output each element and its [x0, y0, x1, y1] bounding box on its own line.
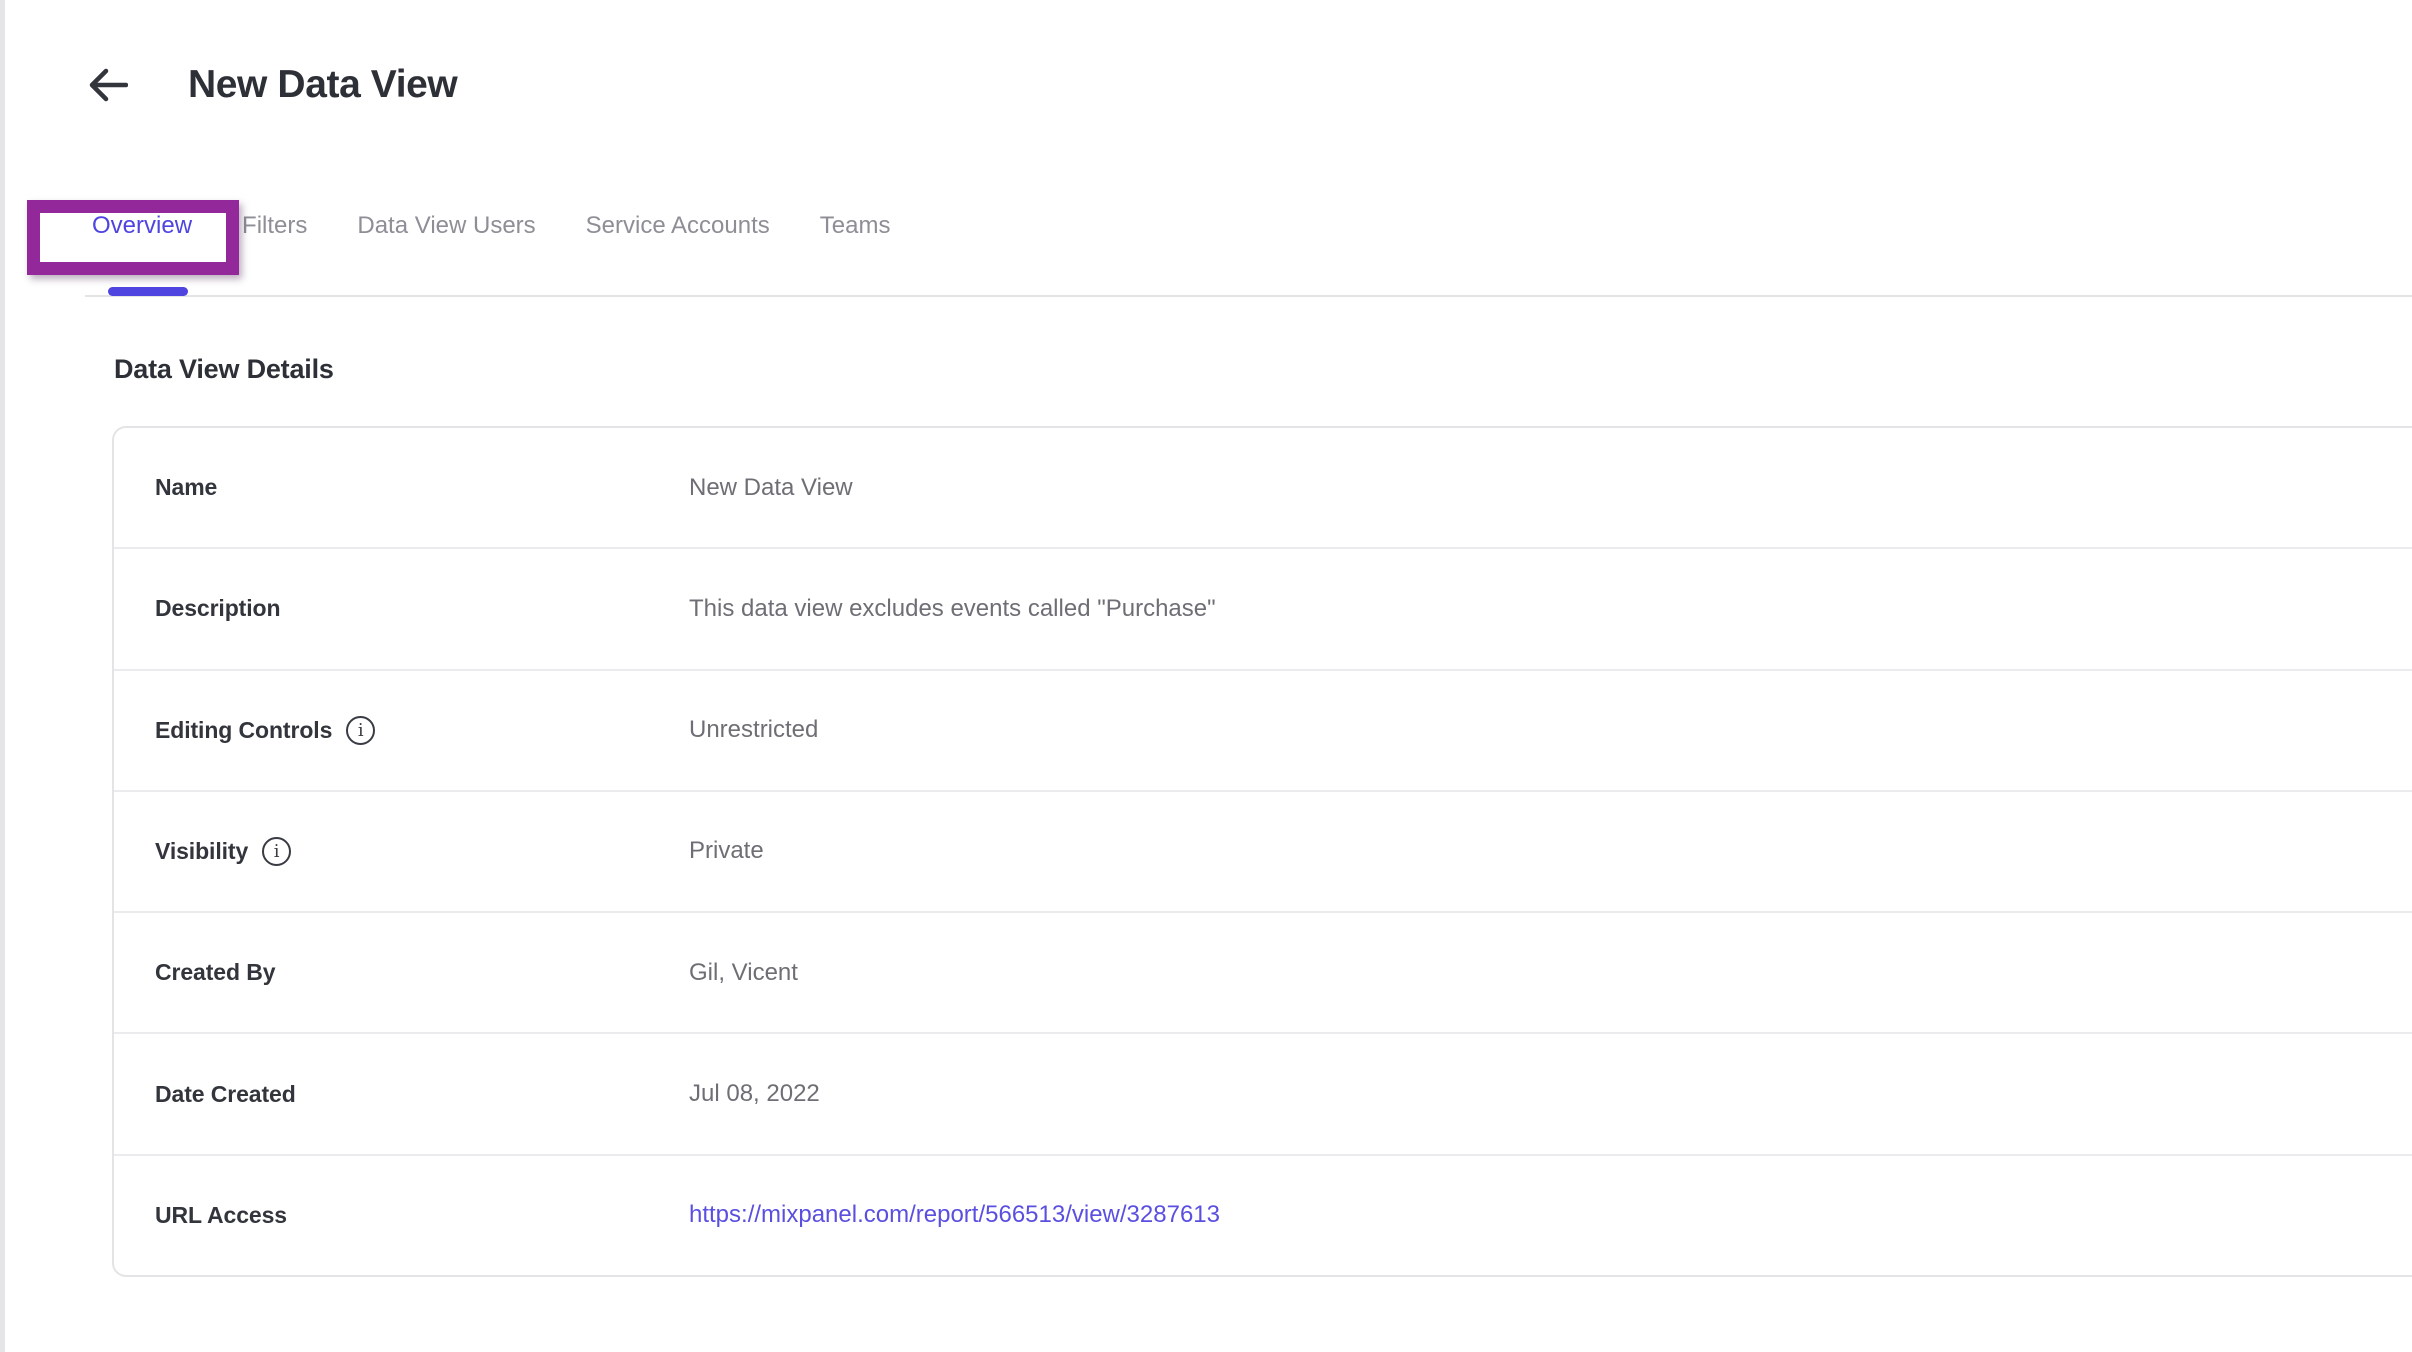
details-card: Name New Data View Description This data… [112, 426, 2412, 1277]
row-value-cell: This data view excludes events called "P… [689, 595, 1216, 623]
tab-label: Data View Users [357, 212, 535, 239]
row-label-cell: URL Access [114, 1202, 287, 1229]
page-left-edge [0, 0, 5, 1352]
table-row: Editing Controls i Unrestricted [114, 669, 2412, 790]
page-header: New Data View [84, 62, 457, 108]
row-value-cell: Gil, Vicent [689, 959, 798, 987]
info-icon[interactable]: i [346, 716, 375, 745]
tab-filters[interactable]: Filters [242, 212, 307, 240]
row-value-cell: Unrestricted [689, 716, 818, 744]
row-label-cell: Description [114, 595, 280, 622]
tab-label: Teams [820, 212, 891, 239]
row-label-cell: Date Created [114, 1081, 296, 1108]
row-value: Jul 08, 2022 [689, 1080, 820, 1107]
row-label-cell: Name [114, 474, 217, 501]
active-tab-underline [108, 287, 188, 296]
row-label: Visibility [155, 838, 248, 865]
section-heading: Data View Details [114, 354, 334, 385]
row-value: New Data View [689, 474, 853, 501]
row-value: Private [689, 837, 764, 864]
tab-service-accounts[interactable]: Service Accounts [586, 212, 770, 240]
row-label: Description [155, 595, 280, 622]
table-row: Name New Data View [114, 428, 2412, 547]
settings-page: New Data View Overview Filters Data View… [0, 0, 2412, 1352]
info-icon[interactable]: i [262, 837, 291, 866]
tab-label: Filters [242, 212, 307, 239]
row-label: URL Access [155, 1202, 287, 1229]
row-label: Date Created [155, 1081, 296, 1108]
row-value-cell: Private [689, 837, 764, 865]
tab-data-view-users[interactable]: Data View Users [357, 212, 535, 240]
back-button[interactable] [84, 62, 130, 108]
row-label: Name [155, 474, 217, 501]
table-row: Created By Gil, Vicent [114, 911, 2412, 1032]
tab-teams[interactable]: Teams [820, 212, 891, 240]
tab-label: Overview [92, 212, 192, 239]
table-row: Visibility i Private [114, 790, 2412, 911]
row-value: This data view excludes events called "P… [689, 595, 1216, 622]
tab-overview[interactable]: Overview [92, 212, 192, 240]
table-row: Date Created Jul 08, 2022 [114, 1032, 2412, 1153]
tab-label: Service Accounts [586, 212, 770, 239]
row-value: Unrestricted [689, 716, 818, 743]
row-label: Created By [155, 959, 275, 986]
row-value-cell: New Data View [689, 474, 853, 502]
url-access-link[interactable]: https://mixpanel.com/report/566513/view/… [689, 1201, 1220, 1228]
row-label-cell: Created By [114, 959, 275, 986]
page-title: New Data View [188, 63, 457, 107]
row-value-cell: Jul 08, 2022 [689, 1080, 820, 1108]
tab-bar-divider [85, 295, 2412, 297]
back-arrow-icon [86, 67, 128, 103]
row-value: Gil, Vicent [689, 959, 798, 986]
row-label-cell: Editing Controls i [114, 715, 375, 745]
table-row: URL Access https://mixpanel.com/report/5… [114, 1154, 2412, 1275]
row-value-cell: https://mixpanel.com/report/566513/view/… [689, 1201, 1220, 1229]
table-row: Description This data view excludes even… [114, 547, 2412, 668]
row-label-cell: Visibility i [114, 836, 291, 866]
tab-bar: Overview Filters Data View Users Service… [92, 212, 890, 240]
row-label: Editing Controls [155, 717, 332, 744]
